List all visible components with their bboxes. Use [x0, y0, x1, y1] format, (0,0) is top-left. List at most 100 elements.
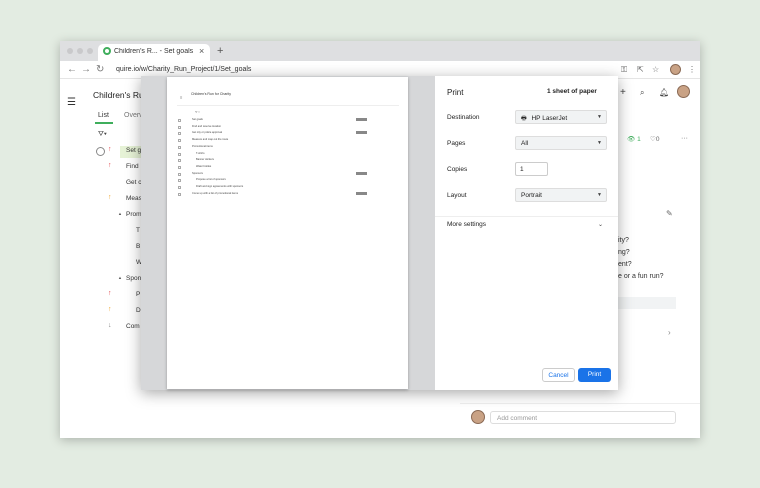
preview-row: Draft and sign agreements with sponsors: [178, 185, 398, 190]
browser-tab[interactable]: Children's R... - Set goals - Qu ×: [98, 44, 210, 61]
preview-row-text: Propose a list of sponsors: [196, 178, 226, 182]
chevron-down-icon: ▼: [597, 114, 602, 120]
likes-count[interactable]: ♡0: [650, 135, 659, 143]
hamburger-menu-icon[interactable]: ☰: [67, 97, 76, 108]
pages-label: Pages: [447, 140, 466, 147]
priority-arrow-icon: ↑: [108, 162, 112, 169]
expand-caret-icon[interactable]: ▲: [118, 275, 122, 280]
task-item[interactable]: B: [136, 243, 140, 250]
preview-row-text: Sponsors: [192, 171, 203, 175]
pages-select[interactable]: All ▼: [515, 136, 607, 150]
commenter-avatar: [471, 410, 485, 424]
preview-row-text: Banner stickers: [196, 158, 214, 162]
bell-icon[interactable]: 🔔︎: [659, 88, 669, 97]
task-item[interactable]: Com: [126, 323, 140, 330]
add-icon[interactable]: +: [620, 87, 626, 98]
url-field[interactable]: quire.io/w/Charity_Run_Project/1/Set_goa…: [108, 63, 608, 77]
preview-checkbox: [178, 186, 181, 189]
preview-page: ≡ Children's Run for Charity ⛛ ▾ Set goa…: [167, 77, 408, 389]
active-tab-underline: [95, 122, 113, 124]
more-options-icon[interactable]: ···: [681, 135, 688, 142]
preview-divider: [177, 105, 399, 106]
print-dialog: ≡ Children's Run for Charity ⛛ ▾ Set goa…: [141, 76, 618, 390]
task-item[interactable]: Get c: [126, 179, 142, 186]
priority-arrow-icon: ↑: [108, 290, 112, 297]
preview-row-text: Set goals: [192, 118, 203, 121]
copies-input[interactable]: 1: [515, 162, 548, 176]
task-item[interactable]: Prom: [126, 211, 142, 218]
share-icon[interactable]: ⇱: [637, 65, 644, 74]
description-line: ity?: [618, 237, 629, 244]
priority-arrow-icon: ↑: [108, 146, 112, 153]
browser-menu-icon[interactable]: ⋮: [688, 65, 696, 74]
close-tab-icon[interactable]: ×: [199, 46, 204, 56]
layout-select[interactable]: Portrait ▼: [515, 188, 607, 202]
preview-checkbox: [178, 159, 181, 163]
preview-row-text: Water bottles: [196, 164, 212, 168]
pages-value: All: [521, 140, 529, 147]
cancel-button[interactable]: Cancel: [542, 368, 575, 382]
tab-list[interactable]: List: [98, 112, 109, 119]
task-item[interactable]: Set g: [126, 147, 141, 154]
preview-tag: [356, 131, 367, 135]
tab-title: Children's R... - Set goals - Qu: [114, 48, 194, 55]
minimize-window-dot[interactable]: [77, 48, 83, 54]
priority-arrow-icon: ↑: [108, 194, 112, 201]
priority-arrow-icon: ↑: [108, 306, 112, 313]
expand-caret-icon[interactable]: ▲: [118, 211, 122, 216]
quire-favicon-icon: [103, 47, 111, 55]
preview-row-text: Find and reserve location: [192, 124, 222, 128]
print-button[interactable]: Print: [578, 368, 611, 382]
layout-label: Layout: [447, 192, 467, 199]
comment-input[interactable]: Add comment: [490, 411, 676, 424]
task-checkbox[interactable]: [96, 147, 105, 156]
chevron-down-icon[interactable]: ⌄: [598, 221, 603, 228]
task-item[interactable]: T: [136, 227, 140, 234]
key-icon[interactable]: ⚿: [621, 65, 627, 75]
tab-bar: Children's R... - Set goals - Qu × +: [60, 41, 700, 61]
bookmark-star-icon[interactable]: ☆: [652, 65, 659, 74]
task-item[interactable]: Spon: [126, 275, 141, 282]
chevron-down-icon: ▼: [597, 140, 602, 146]
divider: [460, 403, 700, 404]
new-tab-icon[interactable]: +: [217, 45, 223, 57]
copies-label: Copies: [447, 166, 468, 173]
task-item[interactable]: D: [136, 307, 141, 314]
preview-tag: [356, 118, 367, 121]
tab-overview[interactable]: Overv: [124, 112, 143, 119]
maximize-window-dot[interactable]: [87, 48, 93, 54]
project-title[interactable]: Children's Ru: [93, 90, 144, 100]
preview-checkbox: [178, 152, 181, 156]
preview-row: T-shirts: [178, 152, 398, 157]
task-item[interactable]: Meas: [126, 195, 142, 202]
search-icon[interactable]: ⌕: [640, 88, 644, 98]
chevron-right-icon[interactable]: ›: [668, 328, 671, 337]
watch-count: 1: [637, 136, 641, 143]
preview-checkbox: [178, 125, 181, 129]
preview-row-text: Come up with a list of promotional items: [192, 191, 238, 195]
filter-icon[interactable]: ⛛▾: [98, 131, 107, 139]
task-item[interactable]: P: [136, 291, 140, 298]
preview-checkbox: [178, 132, 181, 136]
watchers-count[interactable]: 👁︎ 1: [627, 135, 641, 143]
profile-avatar[interactable]: [670, 64, 681, 75]
preview-checkbox: [178, 145, 181, 149]
user-avatar[interactable]: [677, 85, 690, 98]
printer-icon: 🖶︎: [521, 116, 527, 122]
more-settings-toggle[interactable]: More settings: [447, 221, 486, 228]
preview-checkbox: [178, 119, 181, 122]
subtask-field[interactable]: [618, 297, 676, 309]
edit-pencil-icon[interactable]: ✎: [666, 209, 673, 218]
divider: [435, 216, 618, 217]
forward-icon[interactable]: →: [81, 64, 91, 75]
layout-value: Portrait: [521, 192, 542, 199]
preview-tag: [356, 191, 367, 195]
back-icon[interactable]: ←: [67, 64, 77, 75]
preview-checkbox: [178, 139, 181, 143]
reload-icon[interactable]: ↻: [96, 64, 104, 75]
preview-filter-icon: ⛛ ▾: [195, 110, 200, 114]
destination-select[interactable]: 🖶︎ HP LaserJet ▼: [515, 110, 607, 124]
task-item[interactable]: Find: [126, 163, 139, 170]
close-window-dot[interactable]: [67, 48, 73, 54]
print-settings-panel: Print 1 sheet of paper Destination 🖶︎ HP…: [435, 76, 618, 390]
